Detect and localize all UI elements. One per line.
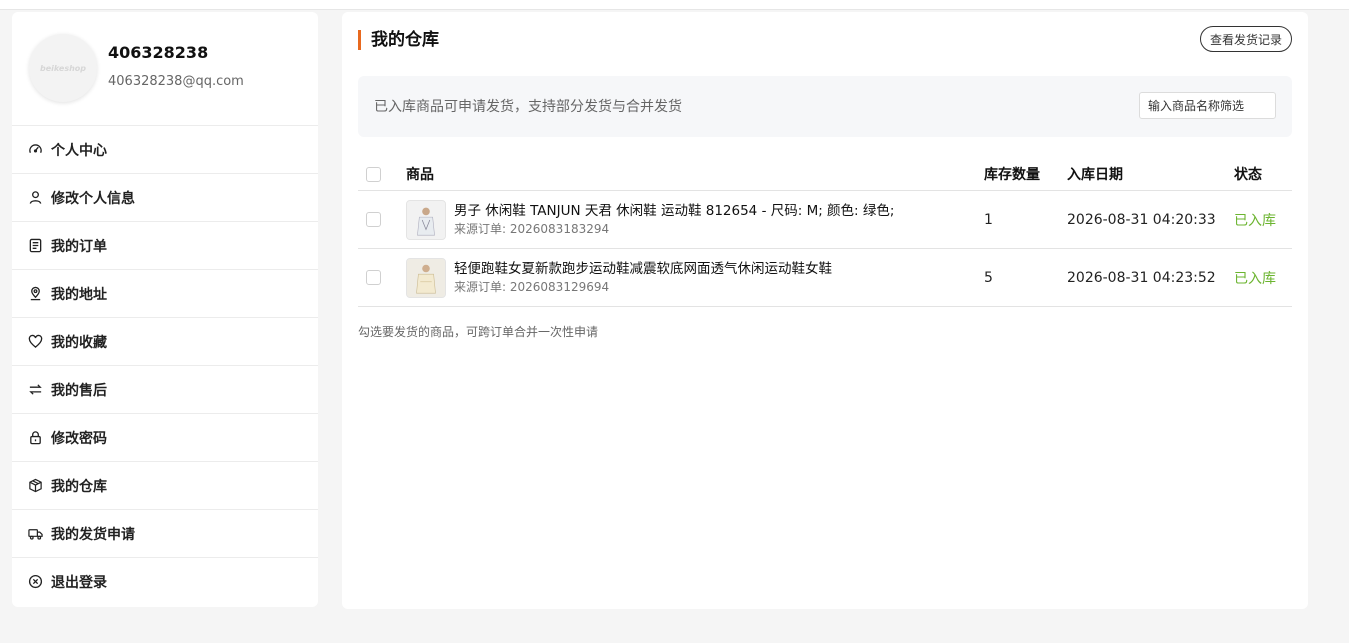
product-name[interactable]: 轻便跑鞋女夏新款跑步运动鞋减震软底网面透气休闲运动鞋女鞋 — [454, 260, 832, 278]
user-icon — [29, 191, 42, 204]
sidebar-item-change-password[interactable]: 修改密码 — [12, 414, 318, 462]
sidebar-item-label: 我的发货申请 — [51, 526, 135, 543]
product-filter-input[interactable] — [1139, 92, 1276, 119]
dashboard-icon — [29, 144, 42, 154]
page-title: 我的仓库 — [358, 30, 439, 50]
top-bar — [0, 0, 1349, 10]
row-checkbox[interactable] — [366, 212, 381, 227]
table-row: 男子 休闲鞋 TANJUN 天君 休闲鞋 运动鞋 812654 - 尺码: M;… — [358, 190, 1292, 249]
sidebar-item-label: 我的售后 — [51, 382, 107, 399]
sidebar-item-orders[interactable]: 我的订单 — [12, 222, 318, 270]
lock-icon — [30, 431, 41, 445]
sidebar-item-logout[interactable]: 退出登录 — [12, 558, 318, 605]
location-icon — [30, 286, 41, 301]
sidebar-item-label: 我的订单 — [51, 238, 107, 255]
account-menu: 个人中心 修改个人信息 我的订单 我的地址 我的收藏 我的售后 修改密码 我的仓… — [12, 126, 318, 605]
sidebar-item-shipping-requests[interactable]: 我的发货申请 — [12, 510, 318, 558]
row-checkbox[interactable] — [366, 270, 381, 285]
stock-quantity: 1 — [984, 190, 1067, 249]
sidebar-item-favorites[interactable]: 我的收藏 — [12, 318, 318, 366]
logout-icon — [28, 574, 43, 589]
source-order-number: 2026083129694 — [509, 279, 610, 294]
truck-icon — [28, 529, 43, 540]
product-name[interactable]: 男子 休闲鞋 TANJUN 天君 休闲鞋 运动鞋 812654 - 尺码: M;… — [454, 202, 894, 220]
user-name: 406328238 — [108, 43, 209, 62]
user-email: 406328238@qq.com — [108, 74, 244, 89]
sidebar-item-label: 我的地址 — [51, 286, 107, 303]
column-header-stock: 库存数量 — [984, 158, 1067, 191]
info-text: 已入库商品可申请发货，支持部分发货与合并发货 — [374, 99, 682, 115]
sidebar-item-address[interactable]: 我的地址 — [12, 270, 318, 318]
source-order-label: 来源订单: — [454, 221, 507, 236]
exchange-icon — [29, 384, 42, 395]
sidebar-item-account-center[interactable]: 个人中心 — [12, 126, 318, 174]
sidebar-item-label: 修改密码 — [51, 430, 107, 447]
stock-date: 2026-08-31 04:23:52 — [1067, 248, 1234, 307]
sidebar-item-label: 修改个人信息 — [51, 190, 135, 207]
product-image-icon — [407, 200, 445, 239]
product-thumbnail[interactable] — [406, 199, 446, 240]
sidebar-item-label: 退出登录 — [51, 574, 107, 591]
table-header-row: 商品 库存数量 入库日期 状态 — [358, 158, 1292, 191]
sidebar-item-label: 个人中心 — [51, 142, 107, 159]
column-header-status: 状态 — [1234, 158, 1292, 191]
sidebar-item-edit-profile[interactable]: 修改个人信息 — [12, 174, 318, 222]
selection-hint: 勾选要发货的商品，可跨订单合并一次性申请 — [358, 325, 599, 339]
account-sidebar: beikeshop 406328238 406328238@qq.com 个人中… — [12, 12, 318, 607]
table-row: 轻便跑鞋女夏新款跑步运动鞋减震软底网面透气休闲运动鞋女鞋 来源订单: 20260… — [358, 248, 1292, 307]
view-shipping-history-button[interactable]: 查看发货记录 — [1199, 26, 1292, 52]
heart-icon — [28, 334, 43, 348]
order-icon — [29, 238, 42, 253]
info-banner: 已入库商品可申请发货，支持部分发货与合并发货 — [358, 76, 1292, 137]
profile-card: beikeshop 406328238 406328238@qq.com — [12, 12, 318, 126]
warehouse-panel: 我的仓库 查看发货记录 已入库商品可申请发货，支持部分发货与合并发货 商品 库存… — [342, 12, 1308, 609]
select-all-checkbox[interactable] — [366, 166, 381, 182]
stock-quantity: 5 — [984, 248, 1067, 307]
source-order-label: 来源订单: — [454, 279, 507, 294]
column-header-date: 入库日期 — [1067, 158, 1234, 191]
sidebar-item-label: 我的收藏 — [51, 334, 107, 351]
sidebar-item-warehouse[interactable]: 我的仓库 — [12, 462, 318, 510]
product-image-icon — [407, 258, 445, 297]
column-header-goods: 商品 — [406, 158, 984, 191]
sidebar-item-label: 我的仓库 — [51, 478, 107, 495]
source-order-number: 2026083183294 — [509, 221, 610, 236]
product-thumbnail[interactable] — [406, 257, 446, 298]
warehouse-table: 商品 库存数量 入库日期 状态 男子 休闲鞋 TANJUN 天君 休闲鞋 运动鞋… — [358, 158, 1292, 307]
status-badge: 已入库 — [1234, 248, 1292, 307]
avatar: beikeshop — [29, 34, 97, 102]
box-icon — [29, 478, 42, 493]
sidebar-item-after-sales[interactable]: 我的售后 — [12, 366, 318, 414]
status-badge: 已入库 — [1234, 190, 1292, 249]
stock-date: 2026-08-31 04:20:33 — [1067, 190, 1234, 249]
